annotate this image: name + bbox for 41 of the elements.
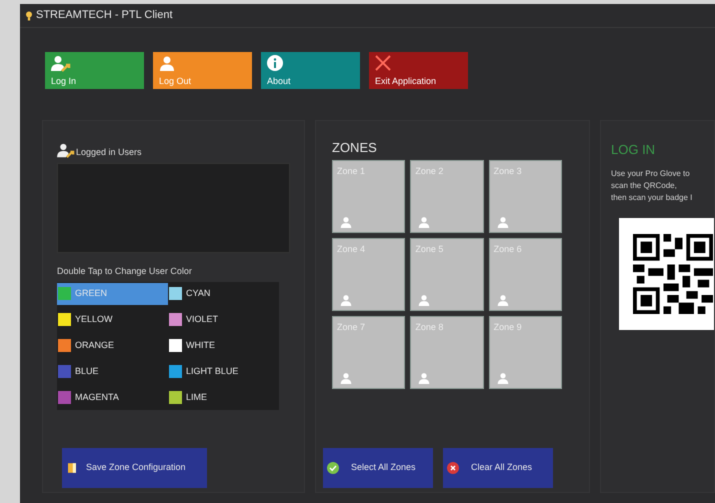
file-icon <box>68 463 76 473</box>
panel-title: Logged in Users <box>76 146 142 159</box>
color-hint: Double Tap to Change User Color <box>57 265 193 278</box>
color-option[interactable]: LIME <box>168 386 279 408</box>
color-option[interactable]: ORANGE <box>57 334 168 356</box>
window-title: STREAMTECH - PTL Client <box>36 8 173 24</box>
user-icon <box>340 294 352 306</box>
user-icon <box>340 216 352 228</box>
panel-title: LOG IN <box>611 143 656 156</box>
zone-action-button[interactable]: Select All Zones <box>323 448 433 488</box>
instruction-text: then scan your badge I <box>611 192 694 204</box>
color-option[interactable]: YELLOW <box>57 308 168 330</box>
lightbulb-icon <box>26 10 32 20</box>
user-icon <box>418 372 430 384</box>
color-option[interactable]: MAGENTA <box>57 386 168 408</box>
toolbar-button[interactable]: Log In <box>45 52 144 89</box>
instruction-text: Use your Pro Glove to <box>611 168 691 180</box>
save-button[interactable]: Save Zone Configuration <box>62 448 207 488</box>
color-option[interactable]: VIOLET <box>168 308 279 330</box>
color-option[interactable]: BLUE <box>57 360 168 382</box>
user-icon <box>418 294 430 306</box>
user-icon <box>496 216 509 228</box>
close-circle-icon <box>447 462 459 474</box>
user-key-icon <box>51 55 71 73</box>
color-option[interactable]: LIGHT BLUE <box>168 360 279 382</box>
toolbar-button[interactable]: About <box>261 52 360 89</box>
user-icon <box>159 55 175 71</box>
panel-title: ZONES <box>332 141 378 154</box>
user-icon <box>340 372 352 384</box>
user-icon <box>418 216 430 228</box>
instruction-text: scan the QRCode, <box>611 180 678 192</box>
user-key-icon <box>57 143 75 159</box>
check-circle-icon <box>327 462 339 474</box>
color-option[interactable]: CYAN <box>168 282 279 304</box>
info-icon <box>267 55 283 71</box>
user-icon <box>496 372 509 384</box>
color-option[interactable]: WHITE <box>168 334 279 356</box>
user-icon <box>496 294 509 306</box>
zone-action-button[interactable]: Clear All Zones <box>443 448 553 488</box>
toolbar-button[interactable]: Exit Application <box>369 52 468 89</box>
close-icon <box>375 55 391 71</box>
